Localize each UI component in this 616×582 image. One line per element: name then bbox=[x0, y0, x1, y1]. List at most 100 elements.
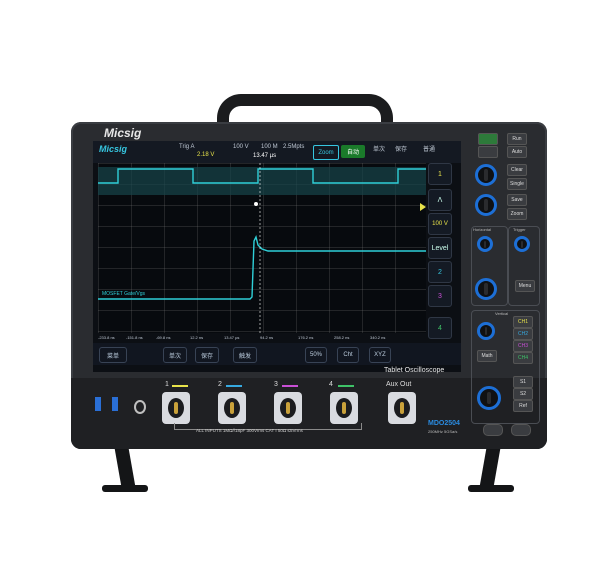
single-hardware-button[interactable]: Single bbox=[507, 178, 527, 190]
aux-out-bnc[interactable] bbox=[388, 392, 416, 424]
side-edge-button[interactable]: Λ bbox=[428, 189, 452, 211]
channel-3-label: 3 bbox=[274, 381, 278, 388]
channel-4-bnc[interactable] bbox=[330, 392, 358, 424]
auto-hardware-button[interactable]: Auto bbox=[507, 146, 527, 158]
menu-hardware-button[interactable]: Menu bbox=[515, 280, 535, 292]
channel-4-label: 4 bbox=[329, 381, 333, 388]
channel-1-label: 1 bbox=[165, 381, 169, 388]
xyz-button[interactable]: XYZ bbox=[369, 347, 391, 363]
time-offset: 13.47 µs bbox=[253, 153, 277, 159]
channel-1-bnc[interactable] bbox=[162, 392, 190, 424]
side-ch3-button[interactable]: 3 bbox=[428, 285, 452, 307]
brand-logo: Micsig bbox=[104, 126, 142, 140]
trigger-button[interactable]: 触发 bbox=[233, 347, 257, 363]
trigger-level-marker[interactable] bbox=[420, 203, 426, 211]
auto-button[interactable]: 自动 bbox=[341, 145, 365, 158]
channel-4-color-bar bbox=[338, 385, 354, 387]
model-specs: 250MHz 5GSa/s bbox=[428, 429, 458, 434]
ch1-hardware-button[interactable]: CH1 bbox=[513, 316, 533, 328]
screen-logo: Micsig bbox=[99, 144, 128, 154]
channel-button[interactable]: Cht bbox=[337, 347, 359, 363]
side-ch1-button[interactable]: 1 bbox=[428, 163, 452, 185]
input-rating-text: ALL INPUTS 1MΩ//18pF 300Vrms CAT I 50Ω ≤… bbox=[196, 428, 303, 433]
channel-3-bnc[interactable] bbox=[274, 392, 302, 424]
power-button-green[interactable] bbox=[478, 133, 498, 145]
clear-button[interactable]: Clear bbox=[507, 164, 527, 176]
vertical-scale-knob[interactable] bbox=[477, 386, 501, 410]
trigger-level[interactable]: 2.18 V bbox=[197, 152, 214, 158]
waveform-plot[interactable]: MOSFET Gate/Vgs bbox=[98, 163, 426, 333]
side-ch2-button[interactable]: 2 bbox=[428, 261, 452, 283]
screen-bottom-bar: 菜单 单次 保存 触发 50% Cht XYZ bbox=[93, 343, 461, 365]
tick-label: -151.8 ns bbox=[126, 335, 143, 340]
usb-port-1[interactable] bbox=[95, 397, 101, 411]
side-ch4-button[interactable]: 4 bbox=[428, 317, 452, 339]
save-hardware-button[interactable]: Save bbox=[507, 194, 527, 206]
run-stop-button[interactable]: Run bbox=[507, 133, 527, 145]
points-value: 100 M bbox=[261, 144, 278, 150]
time-axis-ticks: -233.8 ns -151.8 ns -69.8 ns 12.2 ns 13.… bbox=[98, 335, 426, 343]
probe-comp-terminal[interactable] bbox=[134, 400, 146, 414]
fifty-percent-button[interactable]: 50% bbox=[305, 347, 327, 363]
tick-label: -233.8 ns bbox=[98, 335, 115, 340]
hardware-control-panel: Run Auto Clear Single Save Zoom Horizont… bbox=[465, 128, 542, 436]
s2-button[interactable]: S2 bbox=[513, 388, 533, 400]
tick-label: 340.2 ns bbox=[370, 335, 386, 340]
model-number: MDO2504 bbox=[428, 420, 460, 427]
power-button[interactable] bbox=[483, 424, 503, 436]
trigger-source[interactable]: Trig A bbox=[179, 144, 194, 150]
tick-label: 13.47 µs bbox=[224, 335, 240, 340]
timebase-value[interactable]: 100 V bbox=[233, 144, 249, 150]
tick-label: 12.2 ns bbox=[190, 335, 204, 340]
side-volts-button[interactable]: 100 V bbox=[428, 213, 452, 235]
zoom-hardware-button[interactable]: Zoom bbox=[507, 208, 527, 220]
tick-label: -69.8 ns bbox=[156, 335, 171, 340]
waveform-svg bbox=[98, 163, 426, 333]
aux-out-label: Aux Out bbox=[386, 381, 412, 388]
usb-port-2[interactable] bbox=[112, 397, 118, 411]
right-stand-leg bbox=[479, 445, 501, 490]
trigger-level-knob[interactable] bbox=[514, 236, 530, 252]
trace-label: MOSFET Gate/Vgs bbox=[102, 291, 145, 297]
tick-label: 176.2 ns bbox=[298, 335, 314, 340]
math-button[interactable]: Math bbox=[477, 350, 497, 362]
zoom-button[interactable]: Zoom bbox=[313, 145, 339, 160]
screen-toolbar: Micsig Trig A 2.18 V 100 V 100 M 2.5Mpts… bbox=[93, 141, 461, 163]
screen-side-menu: 1 Λ 100 V Level 2 3 4 bbox=[428, 163, 458, 339]
channel-2-label: 2 bbox=[218, 381, 222, 388]
menu-button[interactable]: 菜单 bbox=[99, 347, 127, 363]
ch3-hardware-button[interactable]: CH3 bbox=[513, 340, 533, 352]
save-button[interactable]: 保存 bbox=[395, 144, 407, 153]
single-shot-button[interactable]: 单次 bbox=[163, 347, 187, 363]
channel-2-bnc[interactable] bbox=[218, 392, 246, 424]
home-button[interactable] bbox=[511, 424, 531, 436]
ref-button[interactable]: Ref bbox=[513, 400, 533, 412]
side-level-button[interactable]: Level bbox=[428, 237, 452, 259]
horizontal-label: Horizontal bbox=[473, 227, 492, 232]
left-stand-foot bbox=[102, 485, 148, 492]
save-shortcut-button[interactable]: 保存 bbox=[195, 347, 219, 363]
left-stand-leg bbox=[114, 445, 136, 490]
ch1-step-trace bbox=[98, 234, 426, 300]
horizontal-position-knob[interactable] bbox=[477, 236, 493, 252]
product-name: Tablet Oscilloscope bbox=[384, 367, 445, 374]
s1-button[interactable]: S1 bbox=[513, 376, 533, 388]
trigger-section-label: Trigger bbox=[513, 227, 526, 232]
horizontal-scale-knob[interactable] bbox=[475, 278, 497, 300]
vertical-label: Vertical bbox=[495, 311, 509, 316]
right-stand-foot bbox=[468, 485, 514, 492]
trigger-point-marker bbox=[254, 202, 258, 206]
ch2-hardware-button[interactable]: CH2 bbox=[513, 328, 533, 340]
tick-label: 258.2 ns bbox=[334, 335, 350, 340]
channel-1-color-bar bbox=[172, 385, 188, 387]
tick-label: 94.2 ns bbox=[260, 335, 274, 340]
multipurpose-knob-a[interactable] bbox=[475, 164, 497, 186]
normal-mode[interactable]: 普通 bbox=[423, 144, 435, 153]
camera-button[interactable] bbox=[478, 146, 498, 158]
multipurpose-knob-b[interactable] bbox=[475, 194, 497, 216]
memory-depth: 2.5Mpts bbox=[283, 144, 305, 150]
single-button[interactable]: 单次 bbox=[373, 144, 385, 153]
ch4-hardware-button[interactable]: CH4 bbox=[513, 352, 533, 364]
vertical-position-knob[interactable] bbox=[477, 322, 495, 340]
top-band bbox=[98, 167, 426, 195]
